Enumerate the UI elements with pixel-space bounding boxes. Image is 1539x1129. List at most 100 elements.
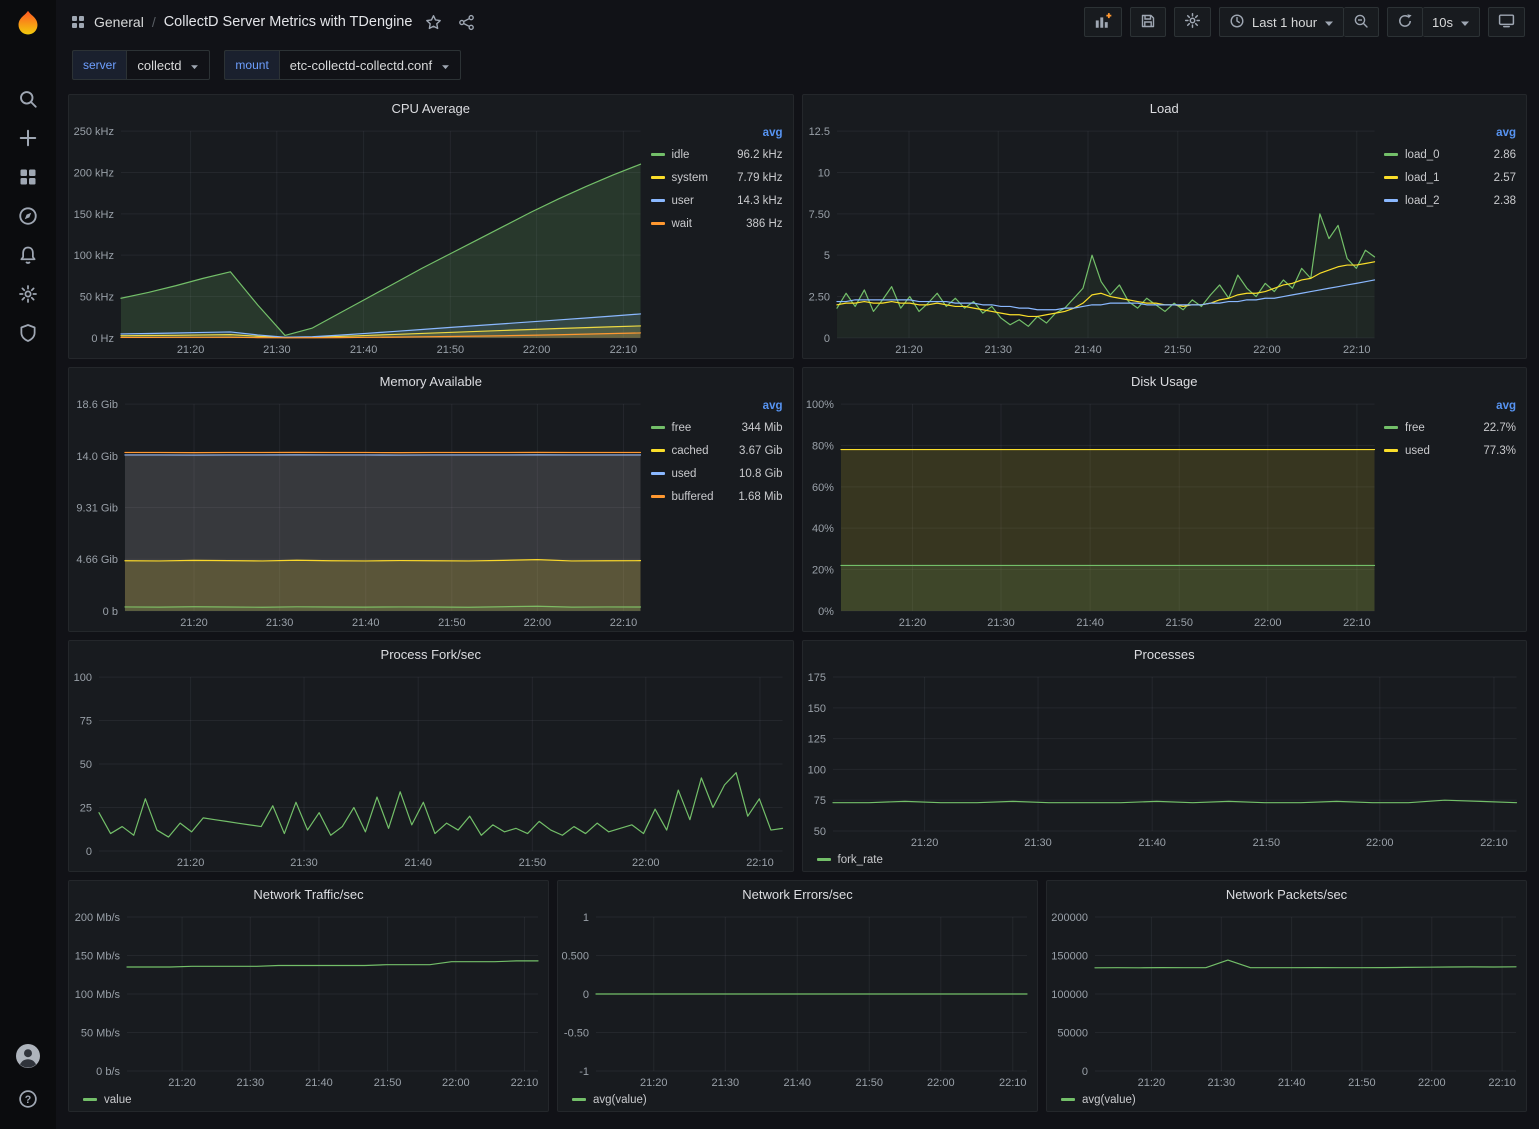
svg-text:21:20: 21:20 <box>177 857 205 869</box>
cycle-view-button[interactable] <box>1488 7 1525 37</box>
breadcrumb: General / CollectD Server Metrics with T… <box>70 11 478 34</box>
legend-right: avg idle96.2 kHzsystem7.79 kHzuser14.3 k… <box>651 121 793 358</box>
chart[interactable]: 0 Hz50 kHz100 kHz150 kHz200 kHz250 kHz21… <box>69 121 651 358</box>
panel: Load 02.5057.501012.521:2021:3021:4021:5… <box>802 94 1528 359</box>
save-button[interactable] <box>1130 7 1166 37</box>
legend-item[interactable]: avg(value) <box>1061 1094 1136 1106</box>
chart[interactable]: 02.5057.501012.521:2021:3021:4021:5022:0… <box>803 121 1385 358</box>
svg-text:100%: 100% <box>805 399 833 411</box>
legend-item[interactable]: load_12.57 <box>1384 166 1516 189</box>
time-range-picker[interactable]: Last 1 hour <box>1219 7 1344 37</box>
create-icon[interactable] <box>8 119 48 156</box>
time-controls: Last 1 hour <box>1219 7 1379 37</box>
grafana-logo[interactable] <box>0 0 56 48</box>
chart[interactable]: 0 b4.66 Gib9.31 Gib14.0 Gib18.6 Gib21:20… <box>69 394 651 631</box>
legend-item[interactable]: used10.8 Gib <box>651 462 783 485</box>
variable-picker-mount[interactable]: etc-collectd-collectd.conf <box>279 50 461 80</box>
variable-picker-server[interactable]: collectd <box>126 50 210 80</box>
settings-icon <box>1184 12 1201 32</box>
chart[interactable]: 0%20%40%60%80%100%21:2021:3021:4021:5022… <box>803 394 1385 631</box>
panel-title[interactable]: Network Traffic/sec <box>69 881 548 907</box>
svg-text:21:50: 21:50 <box>1164 344 1192 356</box>
panel-title[interactable]: Memory Available <box>69 368 793 394</box>
series-name: wait <box>672 218 692 230</box>
legend-right: avg free344 Mibcached3.67 Gibused10.8 Gi… <box>651 394 793 631</box>
search-icon[interactable] <box>8 80 48 117</box>
dashboard-settings-button[interactable] <box>1174 7 1211 37</box>
series-swatch <box>1384 176 1398 179</box>
alerting-icon[interactable] <box>8 236 48 273</box>
chart[interactable]: 507510012515017521:2021:3021:4021:5022:0… <box>803 667 1527 851</box>
legend-item[interactable]: system7.79 kHz <box>651 166 783 189</box>
avatar[interactable] <box>8 1037 48 1074</box>
legend-item[interactable]: wait386 Hz <box>651 212 783 235</box>
star-icon[interactable] <box>422 11 445 34</box>
panel-title[interactable]: CPU Average <box>69 95 793 121</box>
legend-item[interactable]: used77.3% <box>1384 439 1516 462</box>
admin-shield-icon[interactable] <box>8 314 48 351</box>
svg-text:22:10: 22:10 <box>746 857 774 869</box>
svg-text:0.500: 0.500 <box>561 951 589 963</box>
configuration-icon[interactable] <box>8 275 48 312</box>
svg-text:50: 50 <box>813 826 825 838</box>
legend-avg-header[interactable]: avg <box>651 396 783 416</box>
svg-text:22:10: 22:10 <box>1488 1077 1516 1089</box>
legend-right: avg free22.7%used77.3% <box>1384 394 1526 631</box>
explore-icon[interactable] <box>8 197 48 234</box>
chart[interactable]: -1-0.5000.500121:2021:3021:4021:5022:002… <box>558 907 1037 1091</box>
svg-text:2.50: 2.50 <box>808 292 829 304</box>
variable-mount: mount etc-collectd-collectd.conf <box>224 50 461 80</box>
panel-title[interactable]: Process Fork/sec <box>69 641 793 667</box>
dashboards-icon[interactable] <box>8 158 48 195</box>
panel-title[interactable]: Processes <box>803 641 1527 667</box>
panel-body: 025507510021:2021:3021:4021:5022:0022:10 <box>69 667 793 871</box>
legend-item[interactable]: load_22.38 <box>1384 189 1516 212</box>
legend-item[interactable]: idle96.2 kHz <box>651 143 783 166</box>
series-name: fork_rate <box>838 854 883 866</box>
zoom-out-button[interactable] <box>1344 7 1379 37</box>
panel-title[interactable]: Disk Usage <box>803 368 1527 394</box>
svg-text:22:10: 22:10 <box>1343 617 1370 629</box>
legend-item[interactable]: free22.7% <box>1384 416 1516 439</box>
panel-body: 507510012515017521:2021:3021:4021:5022:0… <box>803 667 1527 851</box>
svg-text:150 Mb/s: 150 Mb/s <box>75 951 121 963</box>
series-swatch <box>1384 426 1398 429</box>
series-avg-value: 14.3 kHz <box>737 195 782 207</box>
legend-item[interactable]: free344 Mib <box>651 416 783 439</box>
breadcrumb-section[interactable]: General <box>94 14 144 30</box>
legend-rows: free344 Mibcached3.67 Gibused10.8 Gibbuf… <box>651 416 783 508</box>
panel-title[interactable]: Network Packets/sec <box>1047 881 1526 907</box>
chart[interactable]: 025507510021:2021:3021:4021:5022:0022:10 <box>69 667 793 871</box>
svg-text:0: 0 <box>583 989 589 1001</box>
share-icon[interactable] <box>455 11 478 34</box>
add-panel-button[interactable] <box>1084 7 1122 37</box>
chart[interactable]: 05000010000015000020000021:2021:3021:402… <box>1047 907 1526 1091</box>
panel-body: 0 Hz50 kHz100 kHz150 kHz200 kHz250 kHz21… <box>69 121 793 358</box>
legend-avg-header[interactable]: avg <box>1384 123 1516 143</box>
legend-avg-header[interactable]: avg <box>651 123 783 143</box>
svg-text:7.50: 7.50 <box>808 209 829 221</box>
svg-text:21:40: 21:40 <box>352 617 380 629</box>
series-avg-value: 2.38 <box>1494 195 1516 207</box>
legend-avg-header[interactable]: avg <box>1384 396 1516 416</box>
legend-item[interactable]: avg(value) <box>572 1094 647 1106</box>
svg-text:21:50: 21:50 <box>1348 1077 1376 1089</box>
svg-text:9.31 Gib: 9.31 Gib <box>76 503 118 515</box>
refresh-interval-picker[interactable]: 10s <box>1423 7 1480 37</box>
legend-item[interactable]: user14.3 kHz <box>651 189 783 212</box>
series-name: cached <box>672 445 709 457</box>
panel-title[interactable]: Load <box>803 95 1527 121</box>
legend-item[interactable]: cached3.67 Gib <box>651 439 783 462</box>
svg-text:0%: 0% <box>818 606 834 618</box>
chart[interactable]: 0 b/s50 Mb/s100 Mb/s150 Mb/s200 Mb/s21:2… <box>69 907 548 1091</box>
legend-item[interactable]: load_02.86 <box>1384 143 1516 166</box>
legend-item[interactable]: buffered1.68 Mib <box>651 485 783 508</box>
legend-item[interactable]: value <box>83 1094 132 1106</box>
caret-down-icon <box>190 58 199 73</box>
panel-title[interactable]: Network Errors/sec <box>558 881 1037 907</box>
svg-text:75: 75 <box>80 716 92 728</box>
refresh-button[interactable] <box>1387 7 1423 37</box>
dashboard-title[interactable]: CollectD Server Metrics with TDengine <box>164 14 413 30</box>
help-icon[interactable]: ? <box>8 1080 48 1117</box>
legend-item[interactable]: fork_rate <box>817 854 883 866</box>
